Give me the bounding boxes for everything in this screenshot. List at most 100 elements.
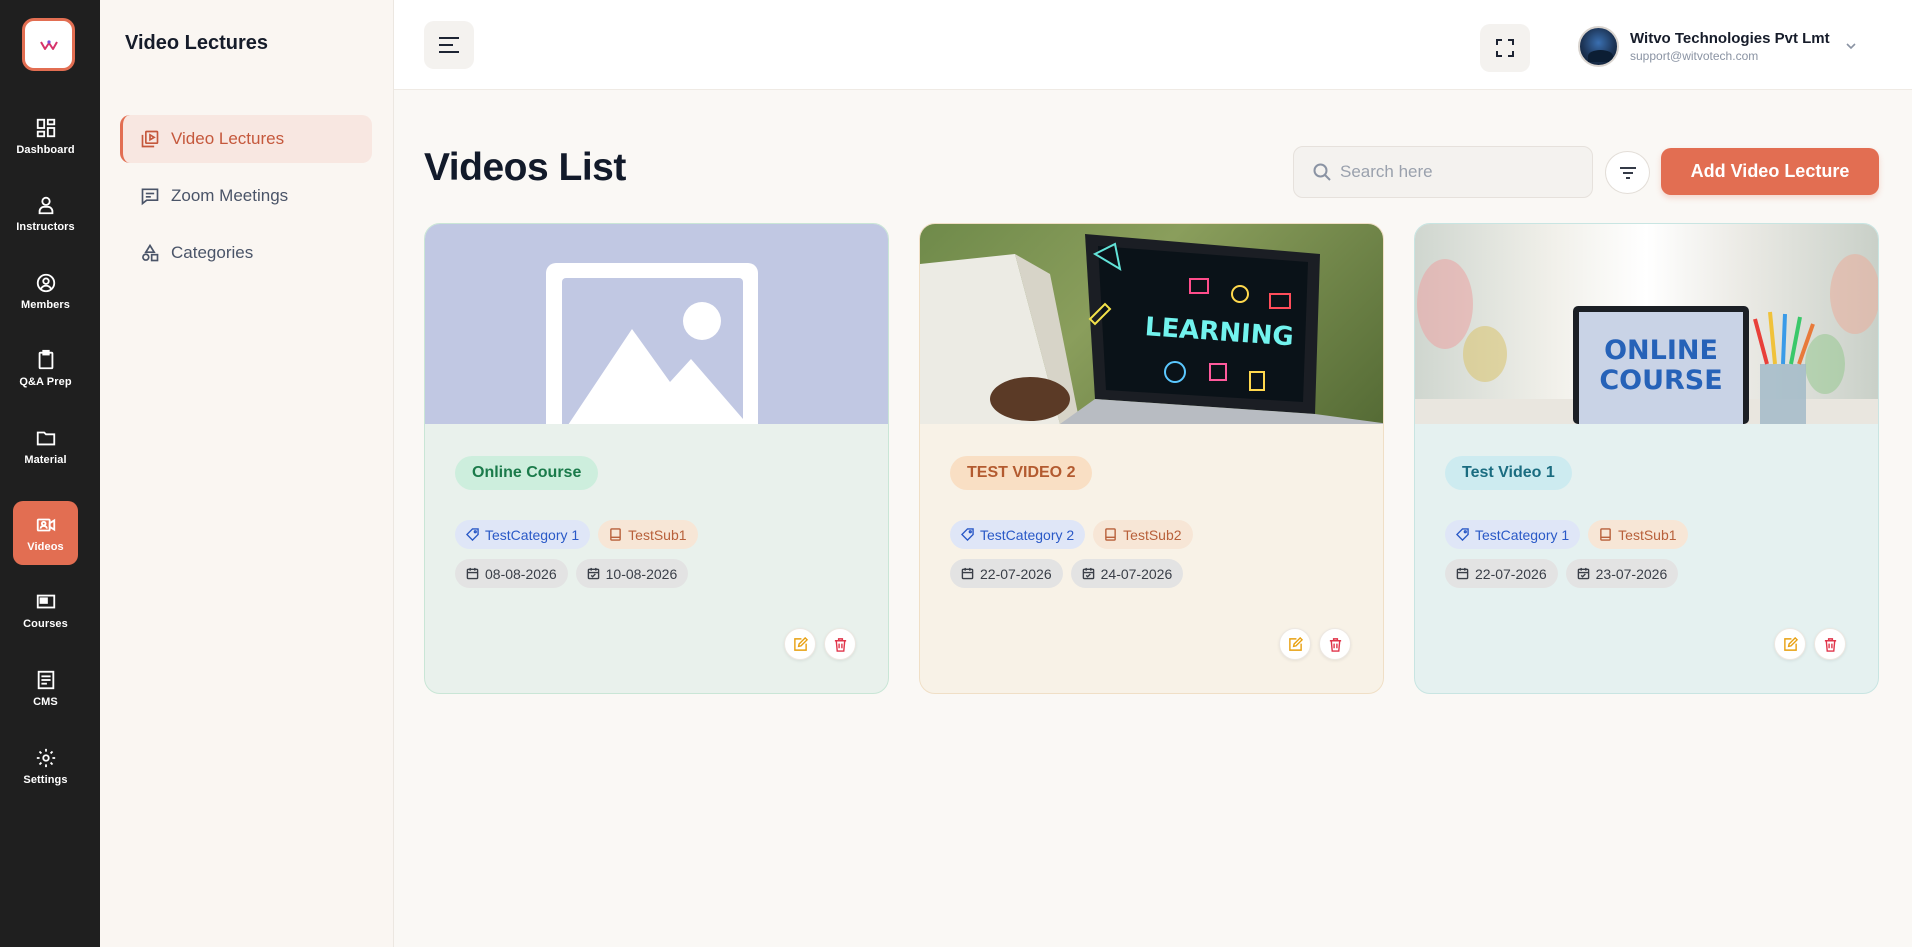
user-email: support@witvotech.com	[1630, 48, 1759, 63]
trash-icon	[1329, 637, 1341, 652]
subcategory-chip: TestSub1	[598, 520, 698, 549]
rail-item-cms[interactable]: CMS	[13, 656, 78, 720]
book-icon	[1600, 528, 1612, 541]
edit-button[interactable]	[1774, 628, 1806, 660]
delete-button[interactable]	[1319, 628, 1351, 660]
edit-icon	[1783, 636, 1798, 651]
end-date-chip: 23-07-2026	[1565, 559, 1679, 588]
start-date-chip: 22-07-2026	[950, 559, 1063, 588]
book-icon	[1105, 528, 1117, 541]
calendar-icon	[1456, 567, 1469, 580]
sub-sidebar: Video Lectures Video Lectures Zoom Meeti…	[100, 0, 394, 947]
edit-button[interactable]	[784, 628, 816, 660]
search-box[interactable]	[1293, 146, 1593, 198]
start-date-chip: 08-08-2026	[455, 559, 568, 588]
start-date: 22-07-2026	[1475, 565, 1547, 582]
chat-icon	[141, 188, 159, 206]
subnav-item-zoom-meetings[interactable]: Zoom Meetings	[120, 172, 372, 220]
end-date-chip: 24-07-2026	[1070, 559, 1184, 588]
calendar-check-icon	[1082, 567, 1094, 580]
category-label: TestCategory 1	[485, 526, 580, 543]
rail-item-members[interactable]: Members	[13, 259, 78, 323]
category-chip: TestCategory 1	[1445, 520, 1581, 549]
rail-label: CMS	[33, 695, 58, 708]
rail-label: Q&A Prep	[19, 375, 72, 388]
start-date: 22-07-2026	[980, 565, 1052, 582]
laptop-learning-image: LEARNING	[920, 234, 1383, 424]
rail-item-instructors[interactable]: Instructors	[13, 181, 78, 245]
video-card[interactable]: LEARNING TEST VIDEO 2 TestCategory 2 Tes…	[919, 223, 1384, 694]
category-label: TestCategory 2	[980, 526, 1075, 543]
filter-button[interactable]	[1605, 151, 1650, 194]
menu-toggle-button[interactable]	[424, 21, 474, 69]
video-title-badge: TEST VIDEO 2	[950, 456, 1093, 490]
thumbnail-text-line1: ONLINE	[1604, 335, 1718, 366]
start-date: 08-08-2026	[485, 565, 557, 582]
subcategory-chip: TestSub1	[1588, 520, 1688, 549]
category-chip: TestCategory 2	[950, 520, 1086, 549]
fullscreen-button[interactable]	[1480, 24, 1530, 72]
folder-icon	[36, 431, 55, 445]
search-input[interactable]	[1340, 162, 1580, 182]
filter-icon	[1619, 166, 1636, 179]
user-menu[interactable]: Witvo Technologies Pvt Lmt support@witvo…	[1578, 24, 1858, 68]
rail-label: Members	[21, 298, 70, 311]
app-logo[interactable]	[22, 18, 75, 71]
user-name: Witvo Technologies Pvt Lmt	[1630, 29, 1830, 47]
calendar-check-icon	[1577, 567, 1589, 580]
video-icon	[36, 518, 55, 531]
rail-label: Videos	[27, 540, 64, 553]
end-date-chip: 10-08-2026	[575, 559, 689, 588]
subcategory-label: TestSub1	[628, 526, 687, 543]
delete-button[interactable]	[1814, 628, 1846, 660]
edit-button[interactable]	[1279, 628, 1311, 660]
edit-icon	[793, 636, 808, 651]
rail-label: Material	[24, 453, 67, 466]
subcategory-chip: TestSub2	[1093, 520, 1193, 549]
subcategory-label: TestSub2	[1123, 526, 1182, 543]
edit-icon	[1288, 636, 1303, 651]
fullscreen-icon	[1496, 39, 1514, 57]
calendar-icon	[961, 567, 974, 580]
rail-item-videos[interactable]: Videos	[13, 501, 78, 565]
top-header: Witvo Technologies Pvt Lmt support@witvo…	[394, 0, 1912, 90]
tag-icon	[1456, 528, 1469, 541]
dashboard-icon	[36, 118, 55, 137]
search-icon	[1313, 163, 1331, 181]
subnav-item-categories[interactable]: Categories	[120, 229, 372, 277]
gear-icon	[36, 748, 55, 767]
rail-item-qa-prep[interactable]: Q&A Prep	[13, 336, 78, 400]
categories-icon	[142, 243, 159, 262]
hamburger-icon	[439, 37, 459, 53]
rail-item-material[interactable]: Material	[13, 414, 78, 478]
delete-button[interactable]	[824, 628, 856, 660]
rail-label: Dashboard	[16, 143, 75, 156]
subnav-item-video-lectures[interactable]: Video Lectures	[120, 115, 372, 163]
video-card[interactable]: ONLINE COURSE Test Video 1 TestCategory …	[1414, 223, 1879, 694]
rail-item-dashboard[interactable]: Dashboard	[13, 104, 78, 168]
subnav-label: Video Lectures	[171, 129, 285, 148]
monitor-icon	[36, 594, 55, 608]
clipboard-icon	[38, 349, 53, 369]
video-thumbnail-placeholder	[425, 224, 888, 424]
subcategory-label: TestSub1	[1618, 526, 1677, 543]
video-card[interactable]: Online Course TestCategory 1 TestSub1 08…	[424, 223, 889, 694]
calendar-icon	[466, 567, 479, 580]
logo-icon	[39, 39, 58, 50]
avatar	[1578, 25, 1619, 67]
page-title: Videos List	[424, 146, 626, 189]
rail-item-courses[interactable]: Courses	[13, 578, 78, 642]
video-title-badge: Test Video 1	[1445, 456, 1572, 490]
tag-icon	[466, 528, 479, 541]
user-icon	[38, 196, 53, 214]
thumbnail-text-line2: COURSE	[1599, 365, 1722, 396]
video-library-icon	[141, 130, 159, 148]
subnav-title: Video Lectures	[125, 32, 269, 54]
rail-label: Instructors	[16, 220, 75, 233]
add-video-lecture-button[interactable]: Add Video Lecture	[1661, 148, 1879, 195]
subnav-label: Zoom Meetings	[171, 186, 289, 205]
trash-icon	[834, 637, 846, 652]
rail-label: Settings	[23, 773, 68, 786]
rail-item-settings[interactable]: Settings	[13, 734, 78, 798]
user-circle-icon	[36, 273, 55, 292]
